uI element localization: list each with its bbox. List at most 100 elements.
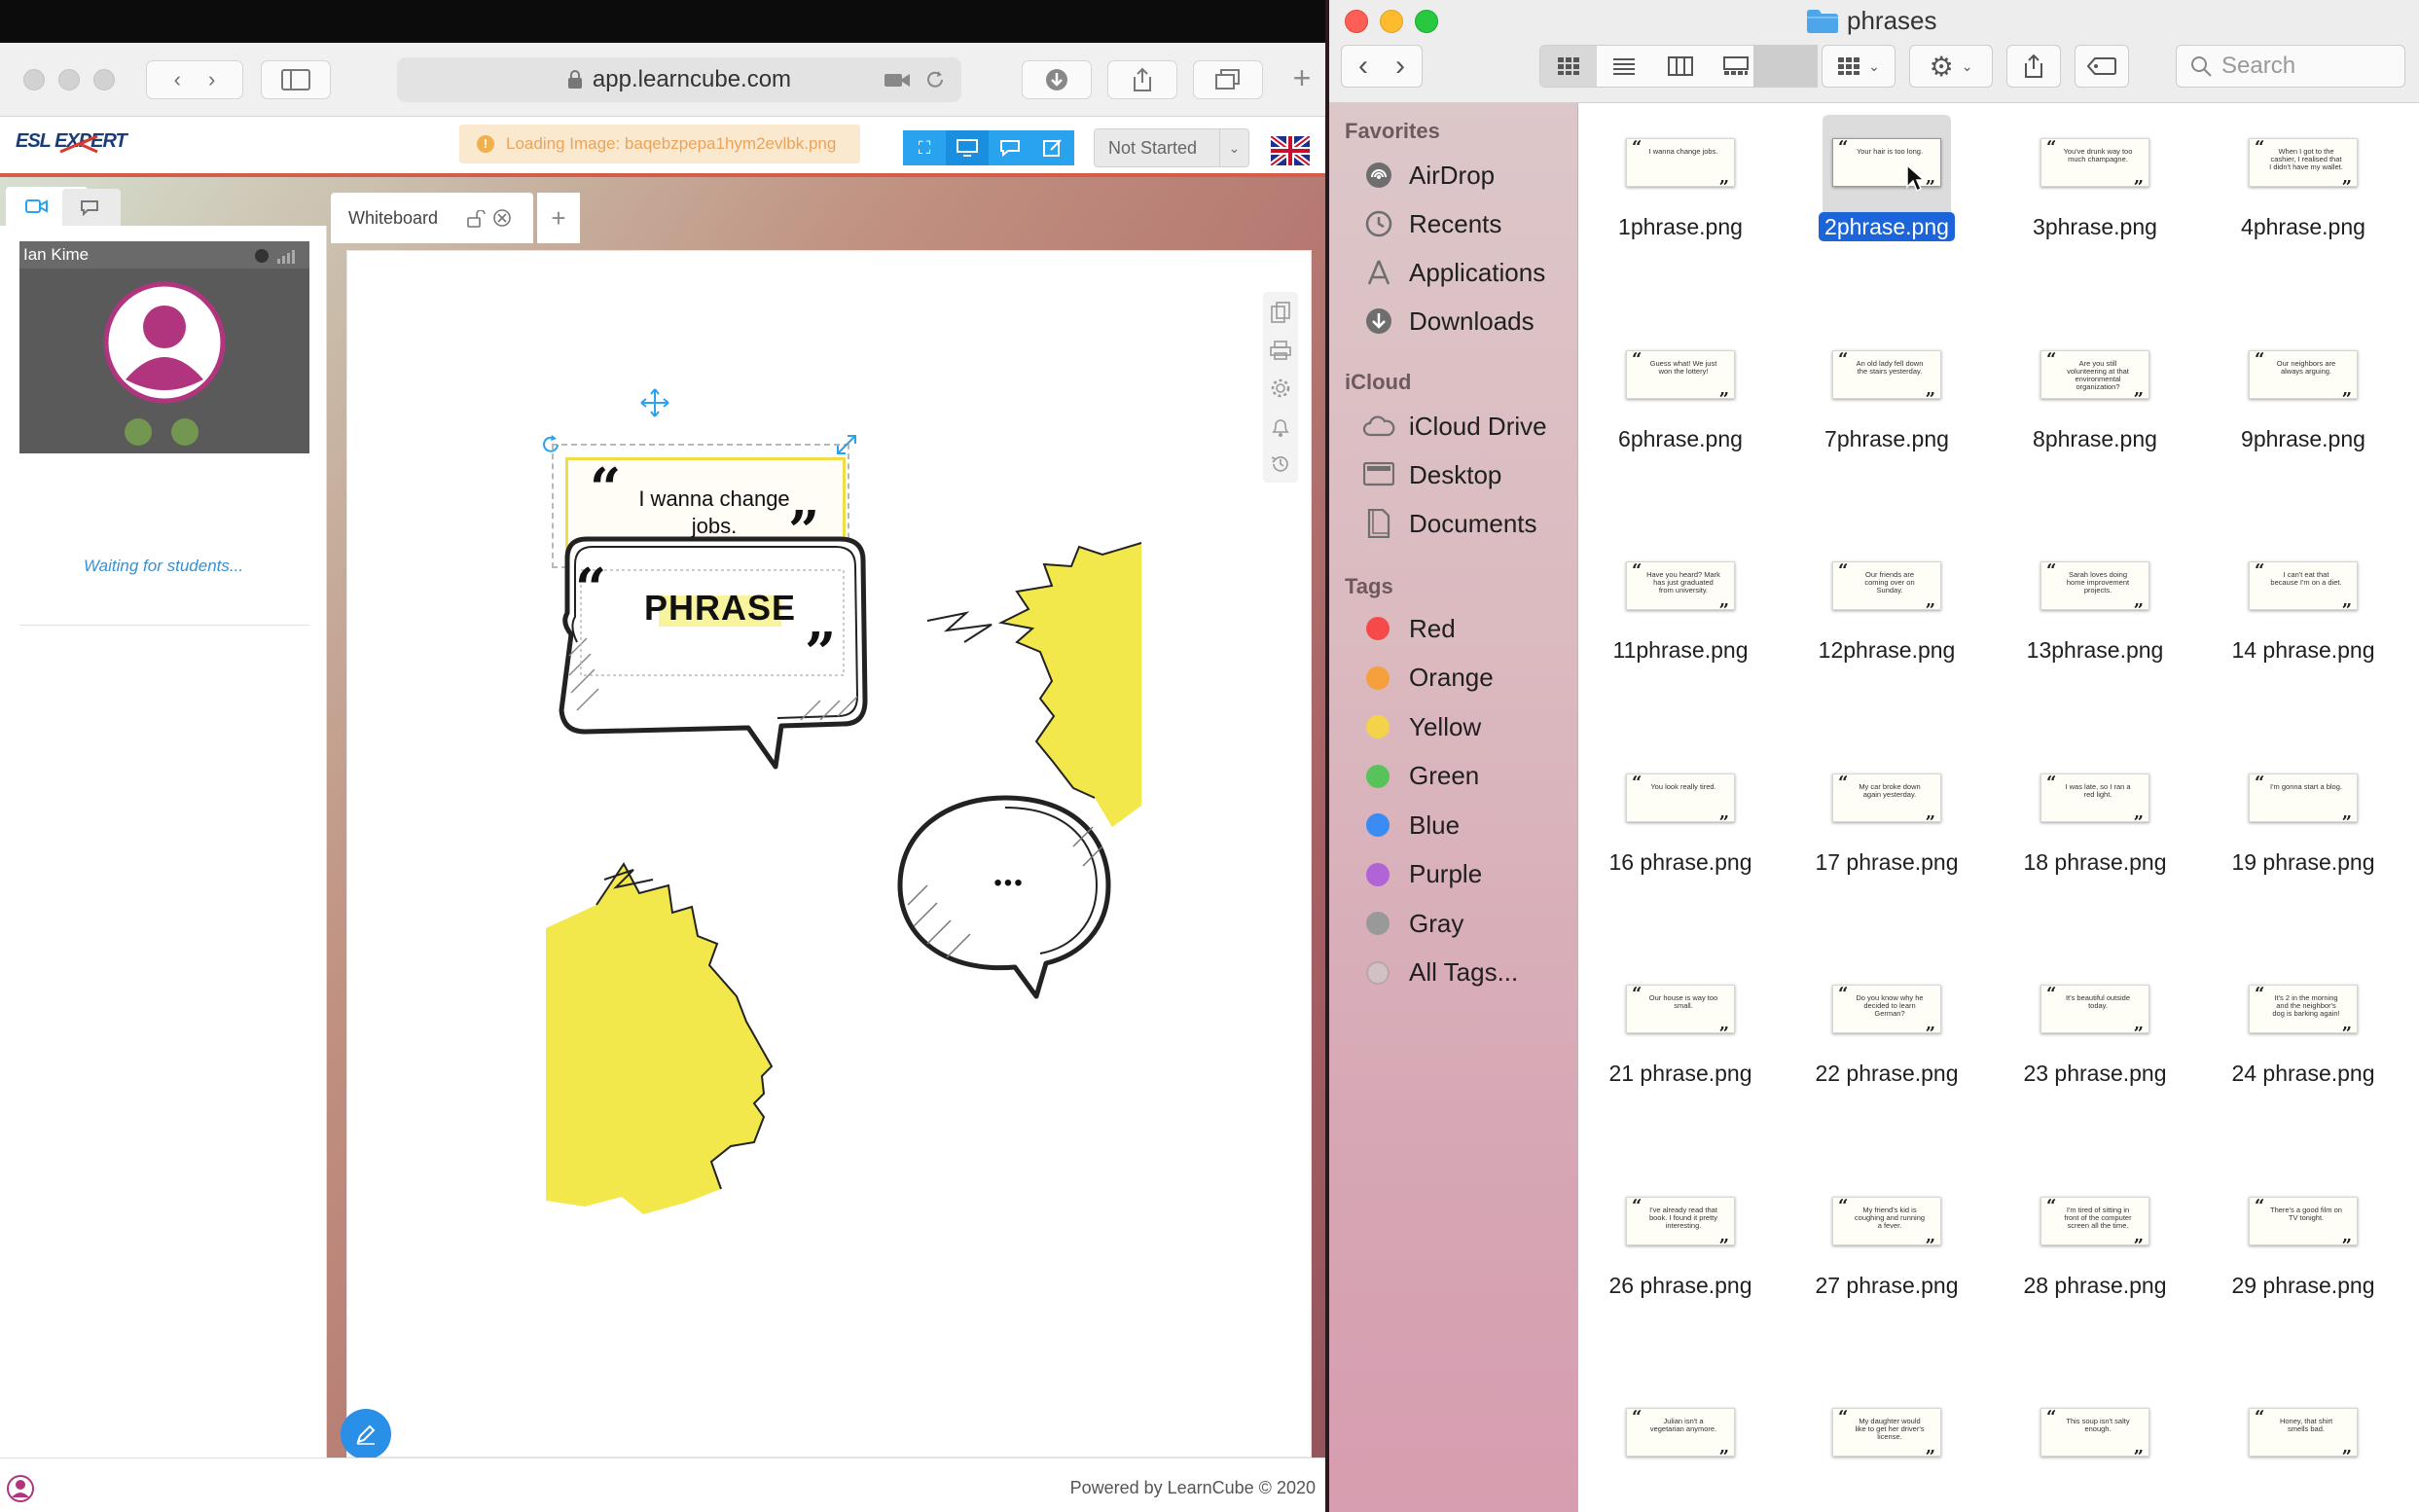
file-item[interactable]: “My friend's kid is coughing and running… [1796, 1170, 1977, 1364]
file-item[interactable]: “ Sarah loves doing home improvement proj… [2004, 534, 2185, 729]
tab-whiteboard[interactable]: Whiteboard [331, 193, 533, 243]
uk-flag-icon[interactable] [1271, 136, 1310, 165]
sidebar-tag-purple[interactable]: Purple [1366, 855, 1482, 894]
sidebar-tag-all-tags[interactable]: All Tags... [1366, 954, 1518, 992]
file-name-text: 8phrase.png [2033, 425, 2157, 451]
messages-tab[interactable] [62, 189, 121, 226]
file-item[interactable]: “When I got to the cashier, I realised t… [2213, 111, 2394, 306]
window-zoom-button[interactable] [93, 69, 115, 90]
file-item[interactable]: “ Are you still volunteering at that envi… [2004, 323, 2185, 518]
back-forward-buttons[interactable]: ‹ › [146, 60, 243, 99]
sidebar-tag-yellow[interactable]: Yellow [1366, 707, 1481, 746]
file-item[interactable]: “ I wanna change jobs. ” 1phrase.png [1590, 111, 1771, 306]
file-item[interactable]: “I've already read that book. I found it… [1590, 1170, 1771, 1364]
file-item[interactable]: “Have you heard? Mark has just graduated… [1590, 534, 1771, 729]
microphone-status-icon[interactable] [125, 418, 152, 446]
window-minimize-button[interactable] [58, 69, 80, 90]
group-by-button[interactable]: ⌄ [1822, 45, 1895, 88]
bell-icon[interactable] [1271, 416, 1290, 438]
move-handle-icon[interactable] [639, 387, 670, 418]
thumbnail-open-quote-icon: “ [2046, 349, 2057, 370]
action-menu-button[interactable]: ⚙ ⌄ [1909, 45, 1993, 88]
file-item[interactable]: “ Honey, that shirt smells bad. ” [2213, 1381, 2394, 1512]
file-item[interactable]: “ This soup isn't salty enough. ” [2004, 1381, 2185, 1512]
sidebar-item-applications[interactable]: Applications [1362, 253, 1545, 292]
new-tab-icon[interactable]: + [1282, 60, 1321, 99]
sidebar-item-desktop[interactable]: Desktop [1362, 455, 1501, 494]
fullscreen-button[interactable]: ⛶ [903, 130, 946, 165]
camera-status-icon[interactable] [171, 418, 199, 446]
file-item[interactable]: “ My car broke down again yesterday. ” 17 p… [1796, 746, 1977, 941]
thumbnail-text: When I got to the cashier, I realised th… [2269, 147, 2343, 171]
chat-button[interactable] [989, 130, 1031, 165]
sidebar-item-airdrop[interactable]: AirDrop [1362, 156, 1495, 195]
file-item[interactable]: “ My daughter would like to get her drive… [1796, 1381, 1977, 1512]
file-item[interactable]: “ Guess what! We just won the lottery! ” 6p… [1590, 323, 1771, 518]
file-item[interactable]: “ An old lady fell down the stairs yester… [1796, 323, 1977, 518]
add-whiteboard-tab-button[interactable]: + [537, 193, 580, 243]
file-item[interactable]: “ Our neighbors are always arguing. ” 9phra… [2213, 323, 2394, 518]
finder-toolbar-final: ⌄ ⚙ ⌄ Search [1329, 0, 2419, 103]
tabs-overview-button[interactable] [1193, 60, 1263, 99]
forward-icon[interactable]: › [208, 67, 215, 92]
window-close-button[interactable] [23, 69, 45, 90]
file-item[interactable]: “ There's a good film on TV tonight. ” 29 p… [2213, 1170, 2394, 1364]
thumbnail-text: Our house is way too small. [1648, 993, 1718, 1010]
sidebar-tag-blue[interactable]: Blue [1366, 806, 1460, 845]
learncube-page: ESL EXPERT ! Loading Image: baqebzpepa1h… [0, 117, 1325, 1512]
whiteboard-canvas[interactable]: “ I wanna change jobs. ” “ PHRASE ” ••• [346, 250, 1312, 1458]
thumbnail-text: There's a good film on TV tonight. [2270, 1205, 2342, 1222]
finder-search-field[interactable]: Search [2176, 45, 2405, 88]
lesson-status-select[interactable]: Not Started ⌄ [1094, 128, 1249, 167]
downloads-button[interactable] [1022, 60, 1092, 99]
edit-button[interactable] [1031, 130, 1074, 165]
printer-icon[interactable] [1270, 341, 1291, 360]
sidebar-tag-orange[interactable]: Orange [1366, 659, 1494, 698]
unlock-icon[interactable] [467, 210, 487, 228]
file-item[interactable]: “ Our house is way too small. ” 21 phrase.p… [1590, 957, 1771, 1152]
share-button[interactable] [1107, 60, 1177, 99]
sidebar-tag-gray[interactable]: Gray [1366, 904, 1463, 943]
finder-share-button[interactable] [2006, 45, 2061, 88]
copy-icon[interactable] [1271, 302, 1290, 323]
resize-handle-icon[interactable] [834, 432, 859, 457]
file-item[interactable]: “ Julian isn't a vegetarian anymore. ” [1590, 1381, 1771, 1512]
rotate-handle-icon[interactable] [538, 432, 563, 457]
sidebar-item-recents[interactable]: Recents [1362, 204, 1501, 243]
history-icon[interactable] [1270, 453, 1291, 475]
thumbnail-open-quote-icon: “ [1838, 561, 1849, 581]
thought-bubble-illustration[interactable] [888, 788, 1122, 1012]
file-item[interactable]: “ I'm tired of sitting in front of the co… [2004, 1170, 2185, 1364]
pen-tool-button[interactable] [341, 1409, 391, 1459]
camera-icon[interactable] [884, 70, 911, 90]
sidebar-tag-green[interactable]: Green [1366, 757, 1479, 796]
sidebar-item-icloud-drive[interactable]: iCloud Drive [1362, 407, 1547, 446]
icloud-icon [1362, 410, 1395, 443]
sidebar-item-downloads[interactable]: Downloads [1362, 302, 1534, 341]
thumbnail-text: Honey, that shirt smells bad. [2279, 1417, 2333, 1433]
file-item[interactable]: “ Your hair is too long. ” 2phrase.png [1796, 111, 1977, 306]
file-item[interactable]: “ I'm gonna start a blog. ” 19 phrase.png [2213, 746, 2394, 941]
back-icon[interactable]: ‹ [174, 67, 181, 92]
close-tab-icon[interactable] [492, 208, 512, 228]
file-item[interactable]: “ Do you know why he decided to learn Ger… [1796, 957, 1977, 1152]
edit-tags-button[interactable] [2075, 45, 2129, 88]
screen-share-button[interactable] [946, 130, 989, 165]
address-bar[interactable]: app.learncube.com [397, 57, 961, 102]
file-item[interactable]: “ Our friends are coming over on Sunday. ”… [1796, 534, 1977, 729]
sidebar-tag-red[interactable]: Red [1366, 609, 1456, 648]
file-item[interactable]: “ You've drunk way too much champagne. ” 3p… [2004, 111, 2185, 306]
warning-icon: ! [477, 135, 494, 153]
reload-icon[interactable] [924, 69, 946, 90]
settings-gear-icon[interactable] [1270, 378, 1291, 399]
file-thumbnail: “ There's a good film on TV tonight. ” [2249, 1196, 2358, 1245]
file-item[interactable]: “ You look really tired. ” 16 phrase.png [1590, 746, 1771, 941]
user-avatar-icon[interactable] [6, 1474, 35, 1503]
thumbnail-open-quote-icon: “ [2046, 1408, 2057, 1427]
file-item[interactable]: “ I can't eat that because I'm on a diet.… [2213, 534, 2394, 729]
file-item[interactable]: “ I was late, so I ran a red light. ” 18 ph… [2004, 746, 2185, 941]
file-item[interactable]: “ It's beautiful outside today. ” 23 phrase… [2004, 957, 2185, 1152]
sidebar-item-documents[interactable]: Documents [1362, 504, 1537, 543]
file-item[interactable]: “ It's 2 in the morning and the neighbor'… [2213, 957, 2394, 1152]
sidebar-toggle-button[interactable] [261, 60, 331, 99]
